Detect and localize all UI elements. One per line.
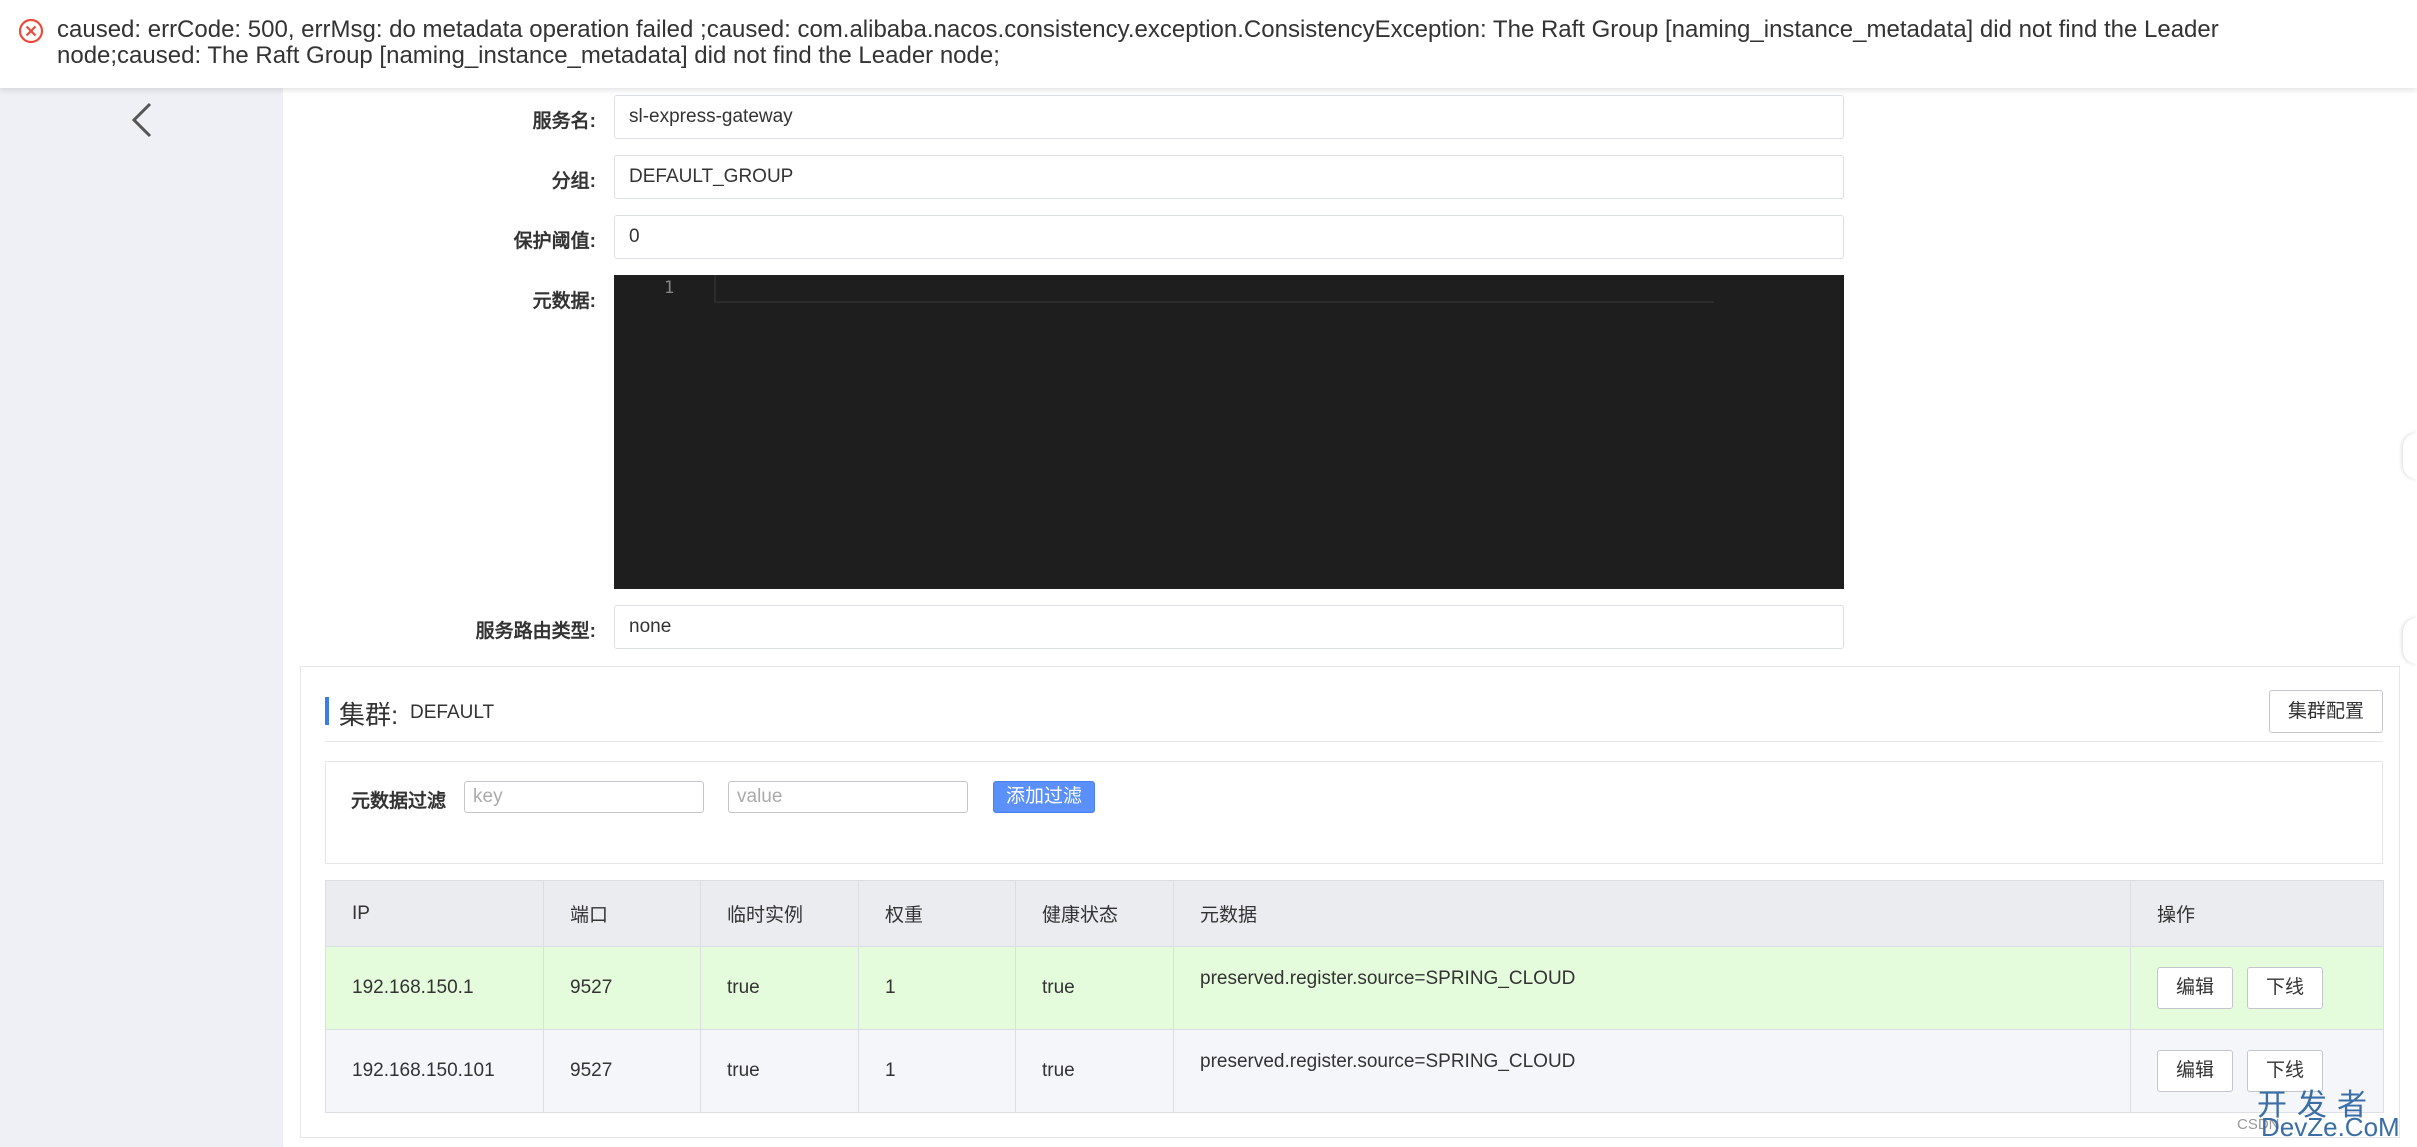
table-row: 192.168.150.101 9527 true 1 true preserv…	[325, 1029, 2384, 1113]
column-header-weight: 权重	[858, 880, 1016, 947]
cluster-title: 集群:	[339, 700, 399, 730]
metadata-label: 元数据:	[532, 291, 596, 312]
watermark: CSDN 开发者 DevZe.CoM	[2237, 1080, 2417, 1142]
cell-ephemeral: true	[700, 1029, 859, 1113]
edit-button[interactable]: 编辑	[2157, 1050, 2233, 1092]
instances-table: IP 端口 临时实例 权重 健康状态 元数据 操作 192.168.150.1 …	[325, 880, 2384, 1113]
offline-button[interactable]: 下线	[2247, 967, 2323, 1009]
cell-port: 9527	[543, 946, 701, 1030]
column-header-metadata: 元数据	[1173, 880, 2131, 947]
route-type-label: 服务路由类型:	[475, 621, 596, 642]
protect-threshold-input[interactable]: 0	[614, 215, 1844, 259]
cluster-name: DEFAULT	[410, 702, 495, 723]
side-drawer-tab[interactable]	[2403, 618, 2417, 664]
error-message: caused: errCode: 500, errMsg: do metadat…	[57, 16, 2219, 69]
cell-port: 9527	[543, 1029, 701, 1113]
cluster-title-accent	[325, 697, 329, 725]
group-input[interactable]: DEFAULT_GROUP	[614, 155, 1844, 199]
sidebar	[0, 88, 283, 1147]
editor-current-line[interactable]	[714, 275, 1714, 303]
column-header-health: 健康状态	[1015, 880, 1174, 947]
filter-value-input[interactable]	[728, 781, 968, 813]
group-label: 分组:	[551, 171, 596, 192]
cluster-divider	[325, 741, 2383, 742]
column-header-ephemeral: 临时实例	[700, 880, 859, 947]
edit-button[interactable]: 编辑	[2157, 967, 2233, 1009]
error-notification: caused: errCode: 500, errMsg: do metadat…	[0, 0, 2417, 88]
column-header-ip: IP	[325, 880, 544, 947]
cell-ephemeral: true	[700, 946, 859, 1030]
cell-weight: 1	[858, 946, 1016, 1030]
cell-ip: 192.168.150.101	[325, 1029, 544, 1113]
back-arrow-icon[interactable]	[128, 100, 158, 140]
column-header-port: 端口	[543, 880, 701, 947]
editor-gutter: 1	[614, 275, 714, 589]
cell-metadata: preserved.register.source=SPRING_CLOUD	[1173, 946, 2131, 1030]
route-type-input[interactable]: none	[614, 605, 1844, 649]
table-header-row: IP 端口 临时实例 权重 健康状态 元数据 操作	[325, 880, 2384, 947]
column-header-actions: 操作	[2130, 880, 2384, 947]
add-filter-button[interactable]: 添加过滤	[993, 781, 1095, 813]
line-number: 1	[664, 278, 675, 298]
metadata-editor[interactable]: 1	[614, 275, 1844, 589]
service-name-input[interactable]: sl-express-gateway	[614, 95, 1844, 139]
cell-weight: 1	[858, 1029, 1016, 1113]
metadata-filter-label: 元数据过滤	[351, 791, 447, 812]
cell-ip: 192.168.150.1	[325, 946, 544, 1030]
table-row: 192.168.150.1 9527 true 1 true preserved…	[325, 946, 2384, 1030]
cell-actions: 编辑 下线	[2130, 946, 2384, 1030]
side-drawer-tab[interactable]	[2403, 433, 2417, 479]
filter-key-input[interactable]	[464, 781, 704, 813]
watermark-english-text: DevZe.CoM	[2261, 1112, 2400, 1142]
service-name-label: 服务名:	[532, 111, 596, 132]
cell-healthy: true	[1015, 946, 1174, 1030]
cell-metadata: preserved.register.source=SPRING_CLOUD	[1173, 1029, 2131, 1113]
protect-threshold-label: 保护阈值:	[513, 231, 596, 252]
cell-healthy: true	[1015, 1029, 1174, 1113]
cluster-config-button[interactable]: 集群配置	[2269, 690, 2383, 733]
error-circle-icon	[18, 18, 44, 44]
